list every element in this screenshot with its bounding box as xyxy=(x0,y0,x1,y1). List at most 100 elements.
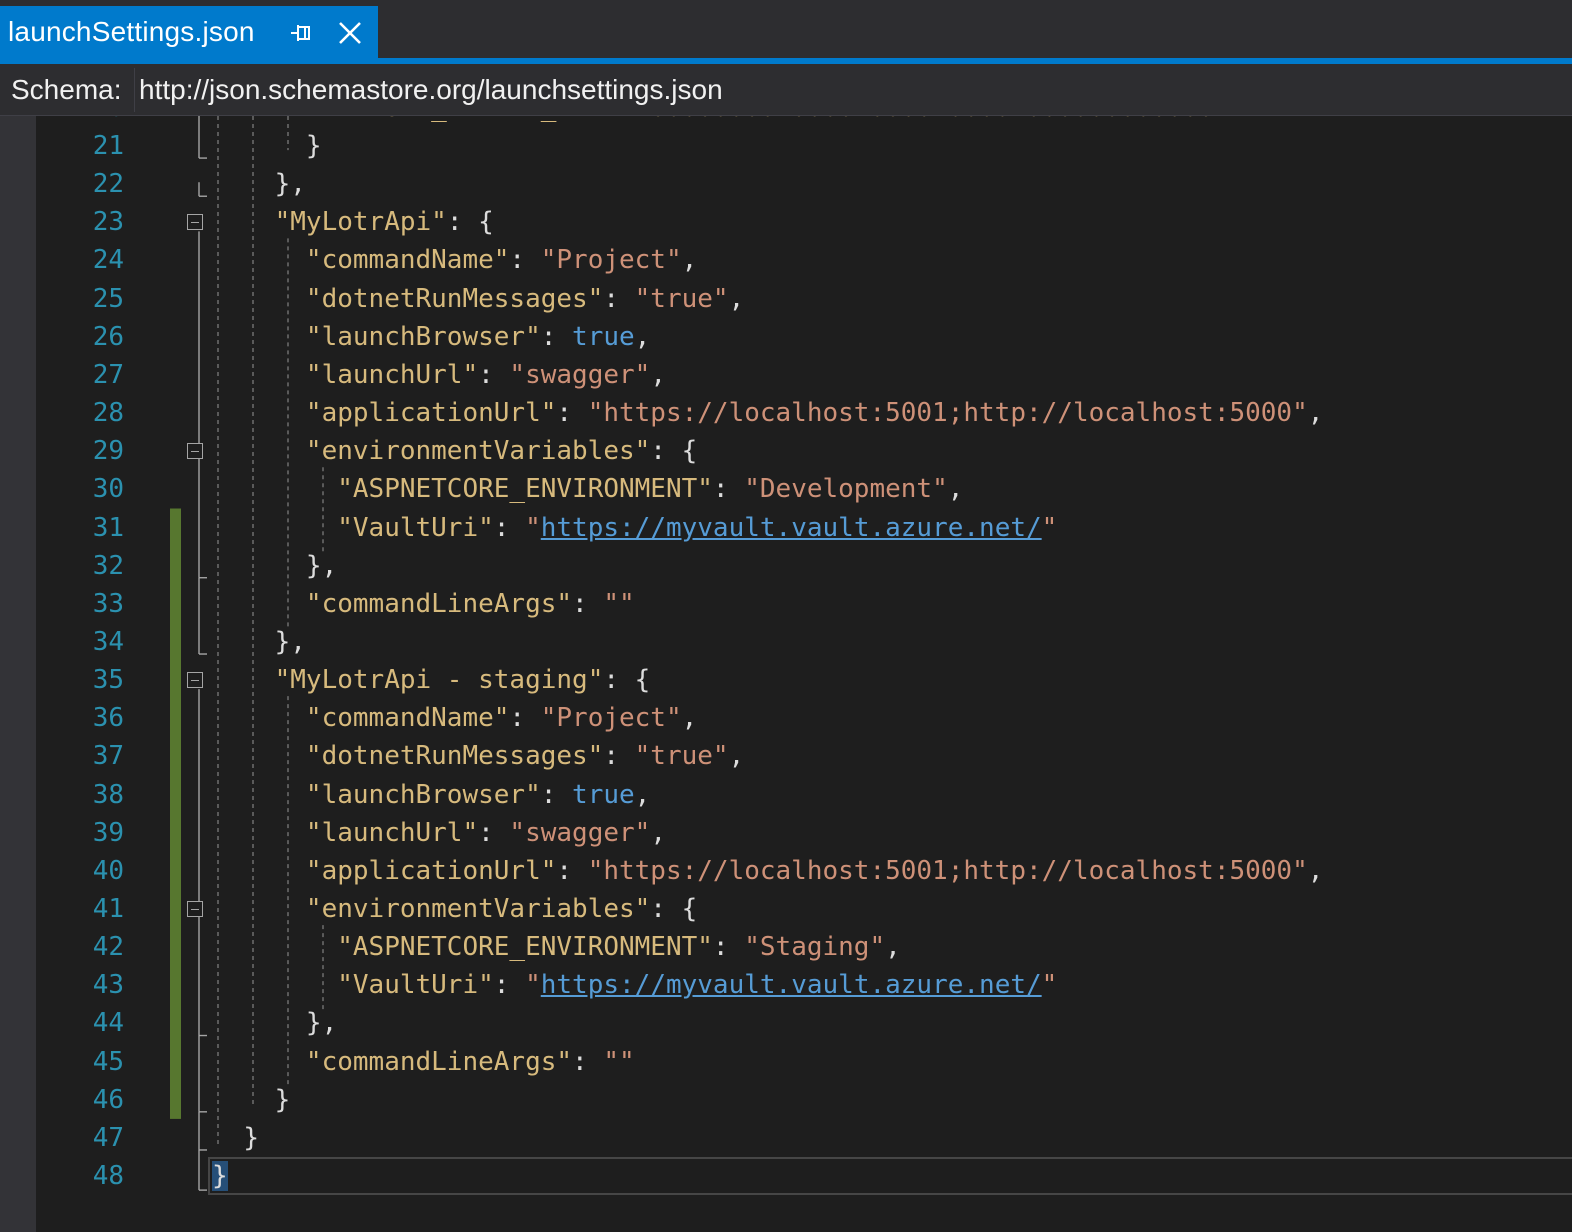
token-punct: : xyxy=(712,474,745,505)
token-ws xyxy=(212,474,337,504)
pin-icon[interactable] xyxy=(288,20,314,46)
code-line[interactable]: 47 } xyxy=(0,1119,1572,1157)
code-text: "commandLineArgs": "" xyxy=(212,585,635,623)
token-str: " xyxy=(525,512,541,543)
line-number: 47 xyxy=(92,1122,124,1153)
code-line[interactable]: 36 "commandName": "Project", xyxy=(0,699,1572,737)
code-line[interactable]: 37 "dotnetRunMessages": "true", xyxy=(0,737,1572,775)
token-key: "launchUrl" xyxy=(305,817,479,848)
code-line[interactable]: 25 "dotnetRunMessages": "true", xyxy=(0,280,1572,318)
line-number: 26 xyxy=(92,321,124,352)
code-line[interactable]: 31 "VaultUri": "https://myvault.vault.az… xyxy=(0,509,1572,547)
code-line[interactable]: 45 "commandLineArgs": "" xyxy=(0,1043,1572,1081)
line-number: 48 xyxy=(92,1161,124,1192)
code-line[interactable]: 23 "MyLotrApi": { xyxy=(0,203,1572,241)
close-icon[interactable] xyxy=(336,19,364,47)
code-text: "ASPNETCORE_ENVIRONMENT": "Development", xyxy=(212,470,963,508)
url-link[interactable]: https://myvault.vault.azure.net/ xyxy=(541,970,1042,1000)
line-number: 25 xyxy=(92,283,124,314)
token-ws xyxy=(212,1085,275,1115)
token-punct: } xyxy=(243,1122,259,1153)
fold-collapse-icon[interactable] xyxy=(187,672,203,689)
token-str: "Project" xyxy=(540,245,682,276)
code-line[interactable]: 43 "VaultUri": "https://myvault.vault.az… xyxy=(0,966,1572,1004)
token-key: "environmentVariables" xyxy=(305,436,651,467)
token-punct: , xyxy=(728,741,745,772)
token-punct: : xyxy=(712,932,745,963)
url-link[interactable]: https://myvault.vault.azure.net/ xyxy=(541,513,1042,543)
code-line[interactable]: 44 }, xyxy=(0,1004,1572,1042)
line-number: 31 xyxy=(92,512,124,543)
code-line[interactable]: 41 "environmentVariables": { xyxy=(0,890,1572,928)
token-punct: }, xyxy=(274,626,306,657)
token-key: "launchUrl" xyxy=(305,359,479,390)
token-punct: , xyxy=(634,779,651,810)
code-line[interactable]: 39 "launchUrl": "swagger", xyxy=(0,814,1572,852)
code-line[interactable]: 22 }, xyxy=(0,165,1572,203)
token-key: "environmentVariables" xyxy=(305,894,651,924)
code-line[interactable]: 42 "ASPNETCORE_ENVIRONMENT": "Staging", xyxy=(0,928,1572,966)
code-line[interactable]: 40 "applicationUrl": "https://localhost:… xyxy=(0,852,1572,890)
line-number: 29 xyxy=(92,436,124,467)
code-line[interactable]: 38 "launchBrowser": true, xyxy=(0,776,1572,814)
fold-collapse-icon[interactable] xyxy=(187,214,203,231)
token-punct: : { xyxy=(650,894,698,924)
code-line[interactable]: 21 } xyxy=(0,127,1572,165)
code-line[interactable]: 35 "MyLotrApi - staging": { xyxy=(0,661,1572,699)
fold-collapse-icon[interactable] xyxy=(187,901,203,917)
code-line[interactable]: 33 "commandLineArgs": "" xyxy=(0,585,1572,623)
code-line[interactable]: 28 "applicationUrl": "https://localhost:… xyxy=(0,394,1572,432)
token-str: " xyxy=(525,970,541,1001)
code-line[interactable]: 32 }, xyxy=(0,547,1572,585)
token-punct: : { xyxy=(650,436,698,467)
code-text: "commandName": "Project", xyxy=(212,699,697,737)
token-punct: , xyxy=(634,321,651,352)
token-punct: }, xyxy=(305,550,338,581)
token-punct: }, xyxy=(274,169,306,200)
token-str: " xyxy=(1041,970,1058,1001)
token-punct: , xyxy=(650,817,666,848)
token-str: "" xyxy=(603,588,635,619)
token-punct: , xyxy=(885,932,901,963)
token-punct: , xyxy=(681,703,698,734)
token-ws xyxy=(212,207,275,237)
code-line[interactable]: 24 "commandName": "Project", xyxy=(0,241,1572,279)
code-editor[interactable]: 20 "AZURE_TENANT_ID": "00000000-0000-000… xyxy=(0,116,1572,1232)
code-line[interactable]: 30 "ASPNETCORE_ENVIRONMENT": "Developmen… xyxy=(0,470,1572,508)
token-str: "" xyxy=(603,1046,635,1077)
schema-url-input[interactable] xyxy=(134,68,1572,112)
token-punct: : xyxy=(509,245,541,276)
code-text: "launchBrowser": true, xyxy=(212,318,650,356)
token-punct: , xyxy=(1307,398,1324,429)
token-ws xyxy=(212,131,306,161)
token-punct: : xyxy=(556,398,588,429)
token-punct: : xyxy=(478,359,510,390)
code-line[interactable]: 26 "launchBrowser": true, xyxy=(0,318,1572,356)
token-ws xyxy=(212,1008,306,1038)
token-str: "Staging" xyxy=(744,932,886,963)
tab-launchsettings[interactable]: launchSettings.json xyxy=(0,6,378,58)
code-text: "launchUrl": "swagger", xyxy=(212,356,666,394)
line-number: 28 xyxy=(92,398,124,429)
code-text: } xyxy=(212,1081,291,1119)
code-line[interactable]: 46 } xyxy=(0,1081,1572,1119)
token-key: "commandLineArgs" xyxy=(305,1046,573,1077)
token-ws xyxy=(212,894,306,924)
code-line-partial[interactable]: 20 "AZURE_TENANT_ID": "00000000-0000-000… xyxy=(0,116,1572,127)
token-bool: true xyxy=(572,321,635,352)
token-ws xyxy=(212,589,306,619)
token-key: "dotnetRunMessages" xyxy=(305,741,604,772)
token-key: "ASPNETCORE_ENVIRONMENT" xyxy=(337,474,713,505)
fold-collapse-icon[interactable] xyxy=(187,443,203,460)
token-punct: : xyxy=(572,588,604,619)
code-line[interactable]: 34 }, xyxy=(0,623,1572,661)
token-punct: : xyxy=(603,741,635,772)
code-text: "commandName": "Project", xyxy=(212,241,697,279)
line-number: 38 xyxy=(92,779,124,810)
code-line[interactable]: 27 "launchUrl": "swagger", xyxy=(0,356,1572,394)
code-text: "dotnetRunMessages": "true", xyxy=(212,280,744,318)
token-str: "https://localhost:5001;http://localhost… xyxy=(587,398,1308,429)
token-ws xyxy=(212,665,275,695)
code-line[interactable]: 29 "environmentVariables": { xyxy=(0,432,1572,470)
code-text: "VaultUri": "https://myvault.vault.azure… xyxy=(212,509,1057,547)
